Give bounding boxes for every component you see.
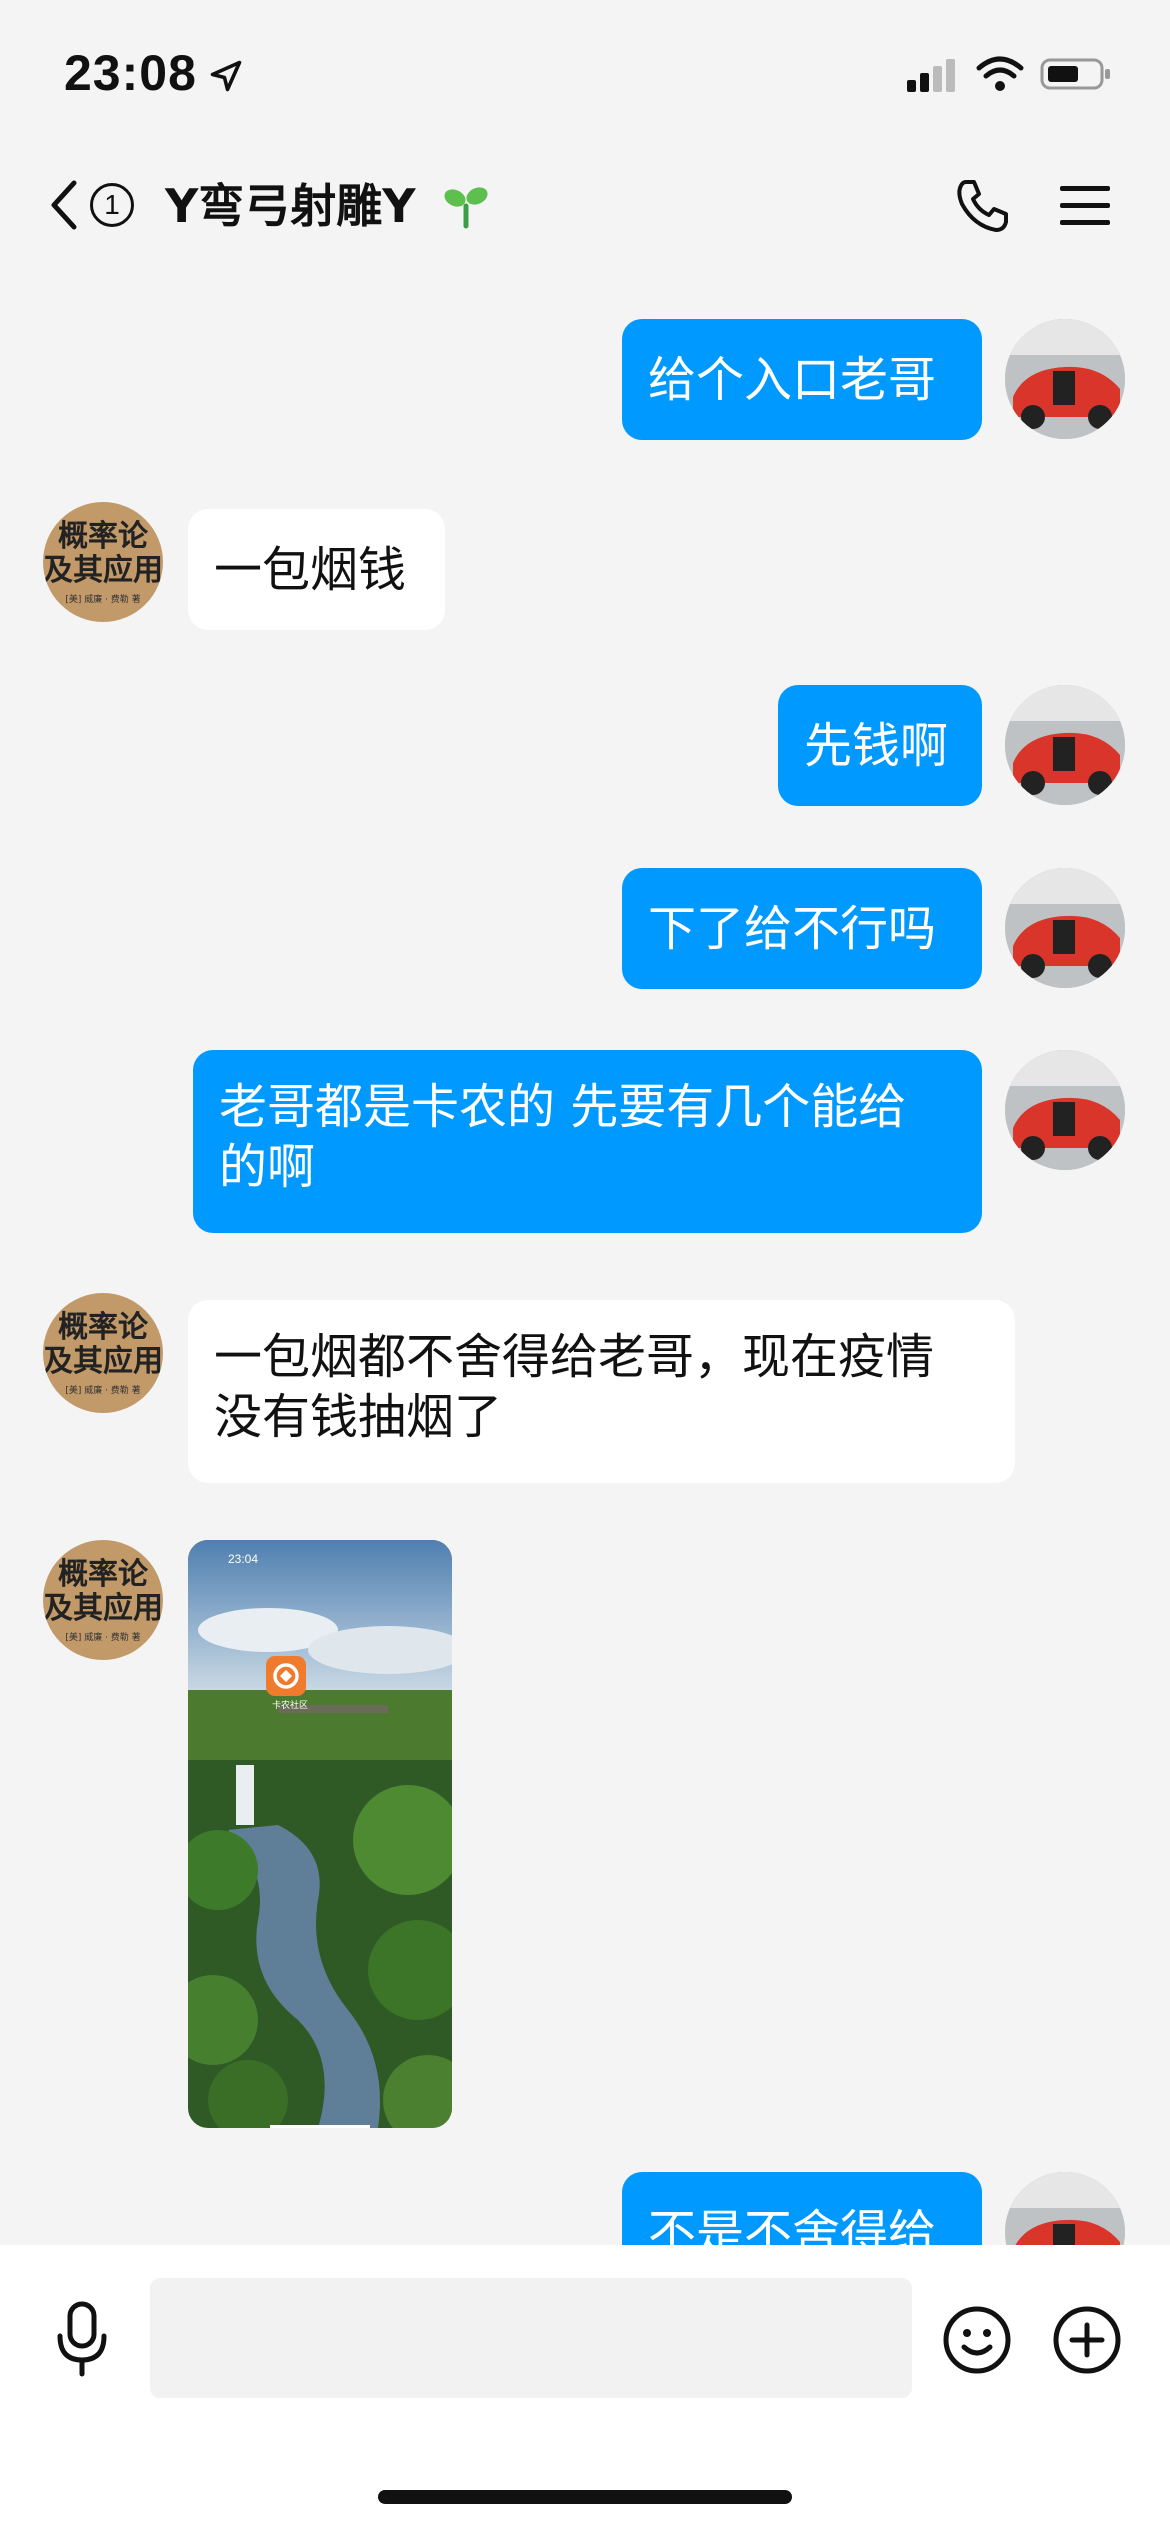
avatar-book-title-line1: 概率论 <box>58 1557 148 1592</box>
message-bubble-outgoing[interactable]: 先钱啊 <box>778 685 982 806</box>
smiley-icon[interactable] <box>942 2305 1012 2375</box>
status-bar: 23:08 <box>0 0 1170 150</box>
message-text-line1: 老哥都是卡农的 先要有几个能给 <box>219 1079 907 1135</box>
status-time: 23:08 <box>64 45 197 101</box>
image-app-label: 卡农社区 <box>272 1701 309 1711</box>
message-bubble-incoming[interactable]: 一包烟都不舍得给老哥，现在疫情 没有钱抽烟了 <box>188 1300 1015 1483</box>
car-photo <box>1005 1050 1125 1170</box>
message-text: 给个入口老哥 <box>648 351 937 408</box>
microphone-icon[interactable] <box>52 2300 112 2378</box>
message-text: 先钱啊 <box>804 717 949 774</box>
my-avatar[interactable] <box>1005 319 1125 439</box>
message-text-line1: 一包烟都不舍得给老哥，现在疫情 <box>214 1329 935 1385</box>
message-input[interactable] <box>150 2278 912 2398</box>
my-avatar[interactable] <box>1005 868 1125 988</box>
sprout-icon <box>444 187 488 229</box>
message-text: 下了给不行吗 <box>648 900 937 957</box>
home-indicator[interactable] <box>378 2490 792 2504</box>
car-photo <box>1005 868 1125 988</box>
image-message[interactable]: 23:04 卡农社区 <box>188 1540 452 2128</box>
contact-avatar[interactable]: 概率论 及其应用 [美] 威廉 · 费勒 著 <box>43 502 163 622</box>
location-arrow-icon <box>210 60 242 92</box>
avatar-book-author: [美] 威廉 · 费勒 著 <box>65 1386 141 1396</box>
message-bubble-outgoing[interactable]: 给个入口老哥 <box>622 319 982 440</box>
avatar-book-title-line1: 概率论 <box>58 1310 148 1345</box>
message-bubble-outgoing[interactable]: 老哥都是卡农的 先要有几个能给 的啊 <box>193 1050 982 1233</box>
contact-avatar[interactable]: 概率论 及其应用 [美] 威廉 · 费勒 著 <box>43 1293 163 1413</box>
avatar-book-title-line1: 概率论 <box>58 519 148 554</box>
my-avatar[interactable] <box>1005 685 1125 805</box>
unread-count-badge[interactable]: 1 <box>90 183 134 227</box>
message-text-line2: 的啊 <box>219 1139 316 1195</box>
battery-icon <box>1040 58 1110 90</box>
message-text: 一包烟钱 <box>214 541 407 598</box>
chat-title: Y弯弓射雕Y <box>165 179 416 233</box>
avatar-book-title-line2: 及其应用 <box>43 553 163 588</box>
wifi-icon <box>976 56 1024 91</box>
message-bubble-outgoing[interactable]: 下了给不行吗 <box>622 868 982 989</box>
car-photo <box>1005 685 1125 805</box>
message-bubble-incoming[interactable]: 一包烟钱 <box>188 509 445 630</box>
message-text-line2: 没有钱抽烟了 <box>214 1389 503 1445</box>
image-status-time: 23:04 <box>228 1552 259 1566</box>
waterfall-screenshot-image <box>188 1540 452 2128</box>
avatar-book-title-line2: 及其应用 <box>43 1344 163 1379</box>
phone-icon[interactable] <box>952 176 1012 236</box>
app-logo-icon <box>266 1656 306 1696</box>
avatar-book-author: [美] 威廉 · 费勒 著 <box>65 595 141 605</box>
chevron-left-icon[interactable] <box>42 175 86 235</box>
cellular-signal-icon <box>907 59 955 92</box>
car-photo <box>1005 319 1125 439</box>
my-avatar[interactable] <box>1005 1050 1125 1170</box>
avatar-book-author: [美] 威廉 · 费勒 著 <box>65 1633 141 1643</box>
contact-avatar[interactable]: 概率论 及其应用 [美] 威廉 · 费勒 著 <box>43 1540 163 1660</box>
avatar-book-title-line2: 及其应用 <box>43 1591 163 1626</box>
menu-icon[interactable] <box>1058 183 1112 229</box>
plus-circle-icon[interactable] <box>1052 2305 1122 2375</box>
